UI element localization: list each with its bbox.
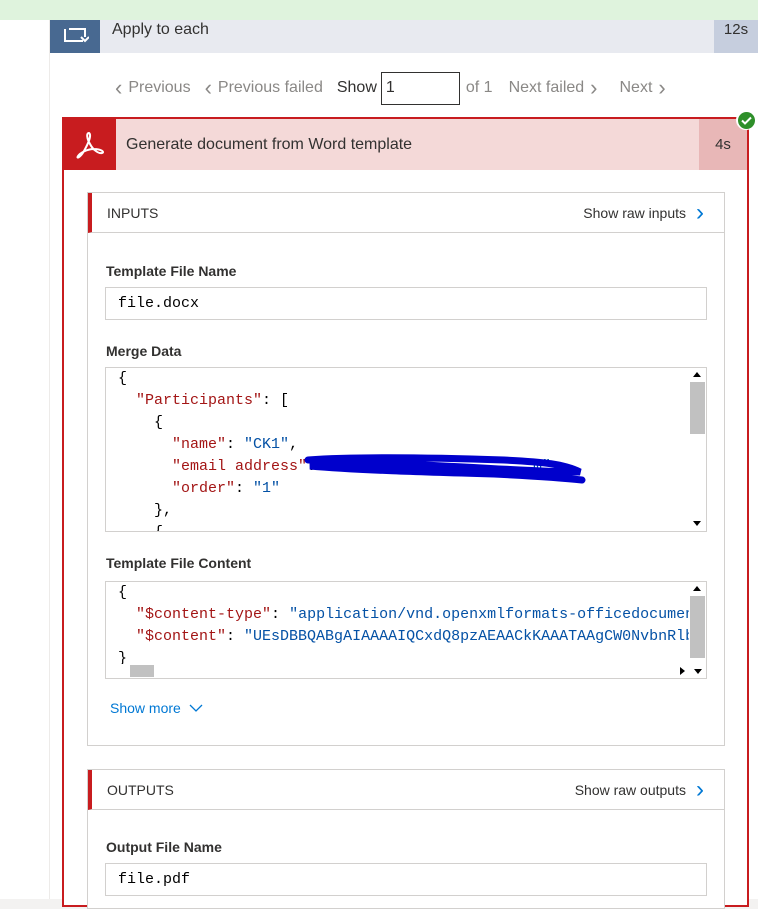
code-line: "email address": [172,458,326,475]
code-line: { [118,584,128,601]
next-failed-button[interactable]: Next failed › [508,75,598,100]
previous-failed-button[interactable]: ‹ Previous failed [204,75,323,100]
chevron-left-icon: ‹ [115,75,123,100]
show-label: Show [336,79,377,96]
output-file-name-value[interactable]: file.pdf [105,863,707,896]
json-key: "email address" [172,458,308,475]
outputs-section: OUTPUTS Show raw outputs › Output File N… [87,769,725,909]
json-key: "name" [172,436,227,453]
code-line: "Participants": [ [136,392,290,409]
template-file-name-value[interactable]: file.docx [105,287,707,320]
previous-label: Previous [128,79,191,96]
chevron-left-icon: ‹ [204,75,212,100]
merge-data-label: Merge Data [106,343,182,359]
json-key: "$content-type" [136,606,272,623]
inputs-header: INPUTS Show raw inputs › [88,193,724,233]
top-banner [0,0,758,20]
merge-data-box[interactable]: { "Participants": [ { "name": "CK1", "em… [105,367,707,532]
previous-button[interactable]: ‹ Previous [115,75,191,100]
code-line: { [118,370,128,387]
show-raw-inputs-label: Show raw inputs [583,205,686,221]
show-more-link[interactable]: Show more [110,700,203,716]
show-more-label: Show more [110,700,181,716]
content-vertical-scrollbar[interactable] [689,582,706,662]
redaction-scribble [304,454,586,484]
outputs-title: OUTPUTS [107,782,174,798]
json-value: "application/vnd.openxmlformats-officedo… [289,606,707,623]
code-line: { [118,414,164,431]
chevron-right-icon: › [658,75,666,100]
json-key: "Participants" [136,392,263,409]
show-raw-inputs-link[interactable]: Show raw inputs › [583,193,704,233]
acrobat-icon [64,119,116,170]
code-line: { [118,522,163,531]
template-file-name-text: file.docx [118,295,200,312]
of-total-label: of 1 [465,79,493,96]
action-header[interactable]: Generate document from Word template 4s [64,119,747,170]
scroll-down-icon[interactable] [693,521,701,526]
apply-to-each-duration: 12s [714,20,758,53]
chevron-right-icon: › [696,776,704,803]
code-line: "$content": "UEsDBBQABgAIAAAAIQCxdQ8pzAE… [118,626,707,648]
show-raw-outputs-link[interactable]: Show raw outputs › [575,770,704,810]
next-label: Next [619,79,653,96]
output-file-name-text: file.pdf [118,871,191,888]
output-file-name-label: Output File Name [106,839,222,855]
code-line: }, [118,502,173,519]
json-value: "1" [253,480,281,497]
scroll-up-icon[interactable] [693,372,701,377]
template-file-content-box[interactable]: { "$content-type": "application/vnd.open… [105,581,707,679]
iteration-pager: ‹ Previous ‹ Previous failed Show of 1 N… [115,70,680,106]
checkmark-icon [737,111,755,129]
scroll-thumb[interactable] [690,382,705,434]
json-value: "UEsDBBQABgAIAAAAIQCxdQ8pzAEAACkKAAATAAg… [244,628,707,645]
scroll-down-icon[interactable] [694,669,702,674]
json-key: "order" [172,480,236,497]
json-key: "$content" [136,628,227,645]
template-file-content-label: Template File Content [106,555,252,571]
scroll-thumb[interactable] [690,596,705,658]
scroll-right-icon[interactable] [680,667,685,675]
action-title: Generate document from Word template [126,136,413,153]
outputs-header: OUTPUTS Show raw outputs › [88,770,724,810]
inputs-section: INPUTS Show raw inputs › Template File N… [87,192,725,746]
show-raw-outputs-label: Show raw outputs [574,782,686,798]
json-value: "CK1" [244,436,290,453]
chevron-down-icon [189,701,203,715]
template-file-name-label: Template File Name [106,263,237,279]
scroll-up-icon[interactable] [693,586,701,591]
chevron-right-icon: › [590,75,598,100]
previous-failed-label: Previous failed [217,79,323,96]
inputs-title: INPUTS [107,205,159,221]
content-horizontal-scrollbar[interactable] [106,664,706,678]
code-line: "order": "1" [172,480,281,497]
next-button[interactable]: Next › [619,75,666,100]
code-line: "name": "CK1", [172,436,299,453]
iteration-input[interactable] [380,71,460,105]
loop-icon [50,20,100,53]
next-failed-label: Next failed [508,79,585,96]
apply-to-each-header[interactable]: Apply to each 12s [50,20,758,53]
left-gutter [0,20,50,899]
merge-data-scrollbar[interactable] [689,368,706,531]
chevron-right-icon: › [696,199,704,226]
success-badge [736,110,756,130]
scroll-thumb[interactable] [130,665,154,677]
apply-to-each-title: Apply to each [112,21,209,38]
code-line: "$content-type": "application/vnd.openxm… [118,604,707,626]
